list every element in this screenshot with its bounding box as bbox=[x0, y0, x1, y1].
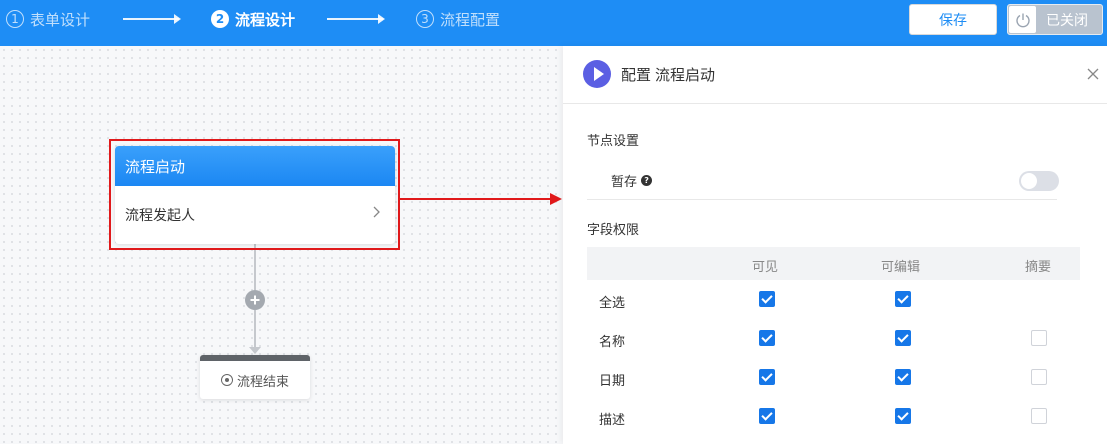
node-settings-title: 节点设置 bbox=[587, 134, 640, 149]
start-node[interactable]: 流程启动 流程发起人 bbox=[115, 146, 395, 244]
visible-checkbox[interactable] bbox=[759, 408, 775, 424]
visible-checkbox[interactable] bbox=[759, 369, 775, 385]
panel-header: 配置 流程启动 bbox=[563, 46, 1107, 104]
step-form-design[interactable]: 1 表单设计 bbox=[6, 0, 90, 38]
column-summary: 摘要 bbox=[1025, 260, 1052, 275]
field-name: 日期 bbox=[599, 374, 626, 389]
toggle-label: 已关闭 bbox=[1046, 12, 1088, 29]
end-node-label: 流程结束 bbox=[236, 374, 289, 390]
chevron-right-icon bbox=[373, 206, 381, 222]
temp-save-switch[interactable] bbox=[1019, 171, 1059, 191]
connector-line bbox=[254, 310, 256, 348]
play-icon bbox=[583, 60, 611, 88]
editable-checkbox[interactable] bbox=[895, 369, 911, 385]
field-permissions-title: 字段权限 bbox=[587, 223, 640, 238]
node-initiator-label: 流程发起人 bbox=[125, 208, 195, 224]
temp-save-label: 暂存 bbox=[611, 175, 638, 190]
annotation-arrow-head-icon bbox=[550, 193, 562, 205]
visible-checkbox[interactable] bbox=[759, 330, 775, 346]
editable-checkbox[interactable] bbox=[895, 408, 911, 424]
help-icon[interactable]: ? bbox=[641, 175, 653, 186]
panel-title-prefix: 配置 bbox=[621, 66, 652, 84]
table-row: 全选 bbox=[587, 280, 1080, 319]
field-name: 全选 bbox=[599, 296, 626, 311]
power-icon bbox=[1009, 6, 1036, 33]
step-label: 表单设计 bbox=[30, 10, 91, 29]
arrow-down-icon bbox=[249, 347, 261, 354]
table-row: 名称 bbox=[587, 319, 1080, 358]
field-name: 名称 bbox=[599, 335, 626, 350]
connector-line bbox=[254, 244, 256, 290]
step-number: 3 bbox=[416, 10, 434, 28]
table-row: 日期 bbox=[587, 358, 1080, 397]
step-process-config[interactable]: 3 流程配置 bbox=[416, 0, 500, 38]
visible-checkbox[interactable] bbox=[759, 291, 775, 307]
column-editable: 可编辑 bbox=[881, 260, 921, 275]
node-body[interactable]: 流程发起人 bbox=[115, 186, 395, 244]
step-arrow-icon bbox=[327, 14, 385, 24]
summary-checkbox[interactable] bbox=[1031, 330, 1047, 346]
summary-checkbox[interactable] bbox=[1031, 408, 1047, 424]
save-button[interactable]: 保存 bbox=[909, 4, 997, 35]
step-number: 1 bbox=[6, 10, 24, 28]
top-bar: 1 表单设计 2 流程设计 3 流程配置 保存 已关闭 bbox=[0, 0, 1107, 46]
step-arrow-icon bbox=[123, 14, 181, 24]
temp-save-label-wrap: 暂存 ? bbox=[611, 171, 653, 190]
summary-checkbox[interactable] bbox=[1031, 369, 1047, 385]
editable-checkbox[interactable] bbox=[895, 291, 911, 307]
step-number: 2 bbox=[211, 10, 229, 28]
table-row: 描述 bbox=[587, 397, 1080, 436]
temp-save-row: 暂存 ? bbox=[587, 158, 1059, 200]
panel-title: 配置 流程启动 bbox=[621, 64, 715, 85]
publish-toggle-button[interactable]: 已关闭 bbox=[1007, 4, 1103, 35]
node-title: 流程启动 bbox=[115, 146, 395, 186]
permissions-table-header: 可见 可编辑 摘要 bbox=[587, 247, 1080, 280]
column-visible: 可见 bbox=[752, 260, 779, 275]
add-node-button[interactable] bbox=[245, 290, 265, 310]
close-icon[interactable] bbox=[1087, 64, 1099, 85]
end-node[interactable]: 流程结束 bbox=[200, 355, 310, 399]
annotation-arrow-line bbox=[400, 198, 550, 200]
plus-icon bbox=[250, 295, 260, 305]
config-panel: 配置 流程启动 节点设置 暂存 ? 字段权限 可见 可编辑 摘要 全选 名称 日期 bbox=[563, 46, 1107, 444]
step-label: 流程设计 bbox=[235, 10, 296, 29]
panel-title-node: 流程启动 bbox=[655, 66, 716, 84]
end-circle-icon bbox=[220, 374, 233, 386]
step-process-design[interactable]: 2 流程设计 bbox=[211, 0, 295, 38]
editable-checkbox[interactable] bbox=[895, 330, 911, 346]
step-label: 流程配置 bbox=[440, 10, 501, 29]
field-name: 描述 bbox=[599, 413, 626, 428]
